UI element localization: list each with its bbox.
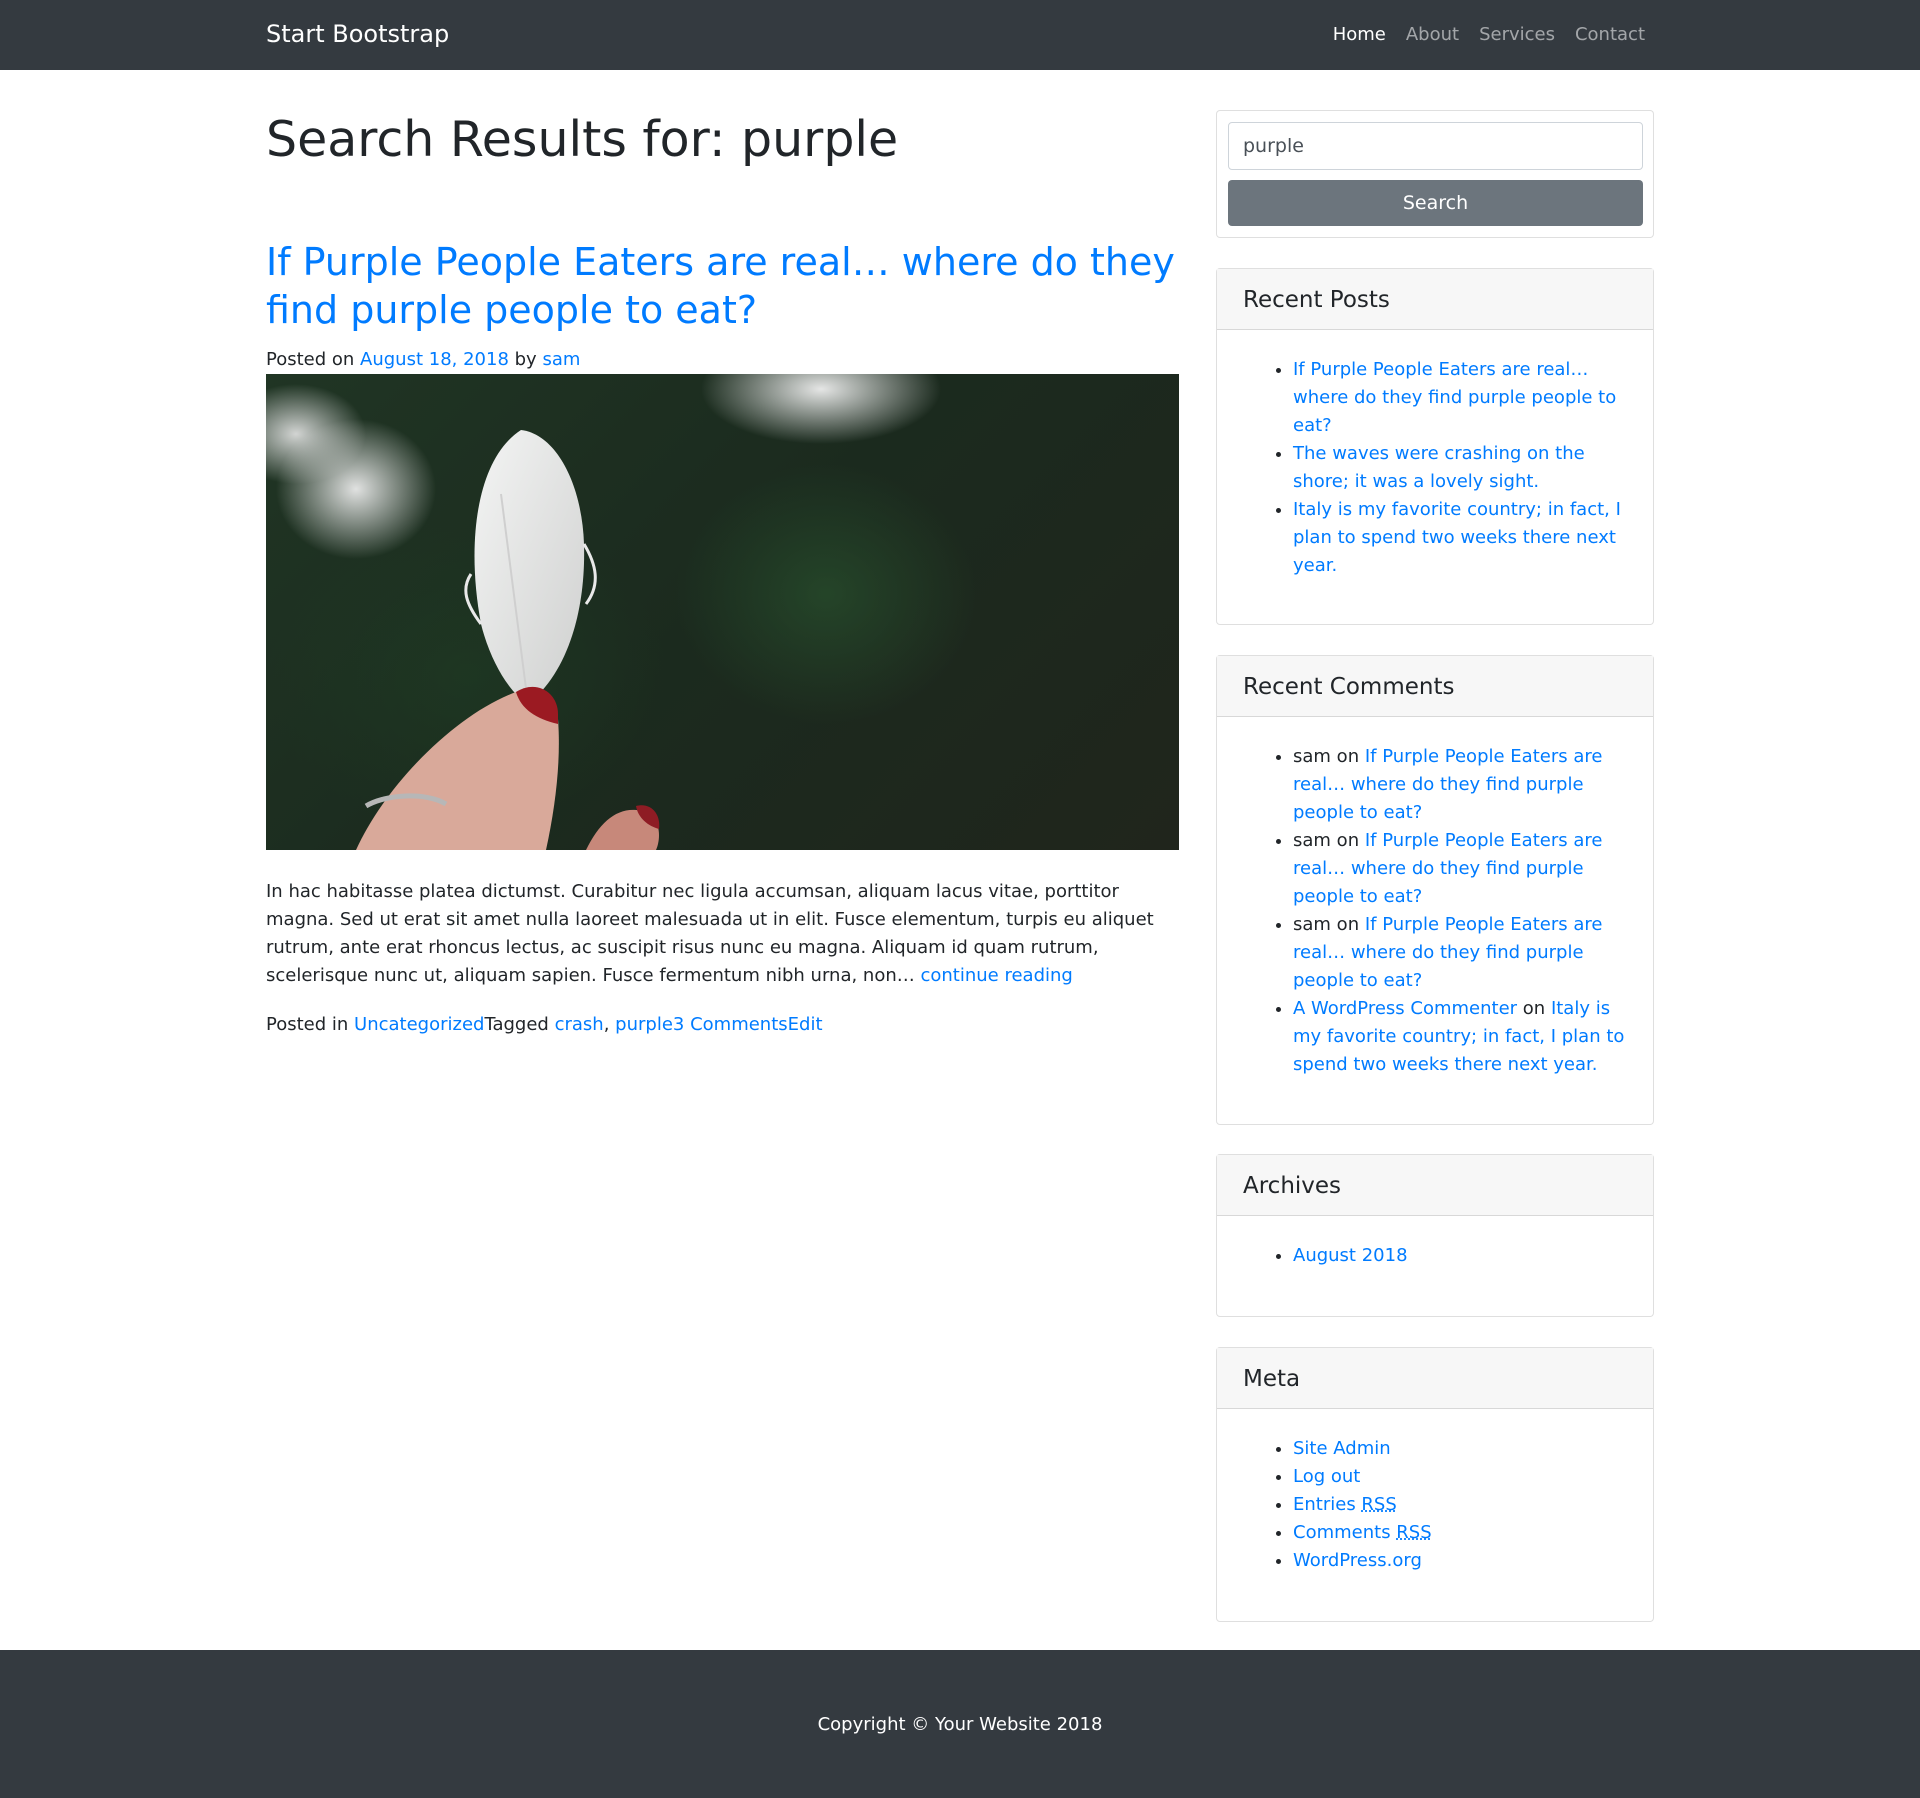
- post-featured-image[interactable]: [266, 374, 1179, 850]
- search-button[interactable]: Search: [1228, 180, 1643, 226]
- category-link[interactable]: Uncategorized: [354, 1014, 484, 1035]
- post-meta: Posted on August 18, 2018 by sam: [266, 347, 580, 373]
- on-label: on: [1330, 830, 1365, 851]
- edit-link[interactable]: Edit: [788, 1014, 823, 1035]
- list-item: Entries RSS: [1293, 1491, 1633, 1519]
- nav-links: Home About Services Contact: [1333, 22, 1645, 48]
- post-excerpt: In hac habitasse platea dictumst. Curabi…: [266, 878, 1181, 990]
- navbar: Start Bootstrap Home About Services Cont…: [0, 0, 1920, 70]
- list-item: sam on If Purple People Eaters are real……: [1293, 911, 1633, 995]
- archives-list: August 2018: [1217, 1216, 1653, 1270]
- post-footer: Posted in UncategorizedTagged crash, pur…: [266, 1012, 823, 1038]
- search-input[interactable]: [1228, 122, 1643, 170]
- brand-link[interactable]: Start Bootstrap: [266, 18, 449, 50]
- rss-abbr: RSS: [1361, 1494, 1397, 1515]
- list-item: August 2018: [1293, 1242, 1633, 1270]
- search-widget: Search: [1216, 110, 1654, 238]
- rss-abbr: RSS: [1396, 1522, 1432, 1543]
- list-item: The waves were crashing on the shore; it…: [1293, 440, 1633, 496]
- comment-author: sam: [1293, 914, 1331, 935]
- list-item: Site Admin: [1293, 1435, 1633, 1463]
- post-title-link[interactable]: If Purple People Eaters are real… where …: [266, 238, 1186, 334]
- comments-label: Comments: [1293, 1522, 1397, 1543]
- continue-reading-link[interactable]: continue reading: [920, 965, 1072, 986]
- entries-label: Entries: [1293, 1494, 1362, 1515]
- nav-services[interactable]: Services: [1479, 22, 1555, 48]
- on-label: on: [1330, 746, 1365, 767]
- tag-separator: ,: [603, 1014, 616, 1035]
- tag-crash-link[interactable]: crash: [555, 1014, 604, 1035]
- list-item: sam on If Purple People Eaters are real……: [1293, 743, 1633, 827]
- on-label: on: [1330, 914, 1365, 935]
- meta-list: Site Admin Log out Entries RSS Comments …: [1217, 1409, 1653, 1575]
- comment-author: sam: [1293, 746, 1331, 767]
- on-label: on: [1517, 998, 1551, 1019]
- posted-in-label: Posted in: [266, 1014, 355, 1035]
- recent-comments-widget: Recent Comments sam on If Purple People …: [1216, 655, 1654, 1125]
- list-item: sam on If Purple People Eaters are real……: [1293, 827, 1633, 911]
- recent-comments-title: Recent Comments: [1217, 656, 1653, 717]
- posted-on-label: Posted on: [266, 349, 361, 370]
- recent-post-link[interactable]: If Purple People Eaters are real… where …: [1293, 359, 1616, 436]
- list-item: If Purple People Eaters are real… where …: [1293, 356, 1633, 440]
- recent-posts-list: If Purple People Eaters are real… where …: [1217, 330, 1653, 580]
- recent-posts-widget: Recent Posts If Purple People Eaters are…: [1216, 268, 1654, 625]
- archives-title: Archives: [1217, 1155, 1653, 1216]
- nav-contact[interactable]: Contact: [1575, 22, 1645, 48]
- meta-title: Meta: [1217, 1348, 1653, 1409]
- post-date-link[interactable]: August 18, 2018: [360, 349, 509, 370]
- tag-purple-link[interactable]: purple: [615, 1014, 673, 1035]
- site-admin-link[interactable]: Site Admin: [1293, 1438, 1391, 1459]
- recent-comments-list: sam on If Purple People Eaters are real……: [1217, 717, 1653, 1079]
- recent-post-link[interactable]: Italy is my favorite country; in fact, I…: [1293, 499, 1621, 576]
- recent-post-link[interactable]: The waves were crashing on the shore; it…: [1293, 443, 1585, 492]
- comment-author: sam: [1293, 830, 1331, 851]
- list-item: WordPress.org: [1293, 1547, 1633, 1575]
- list-item: Comments RSS: [1293, 1519, 1633, 1547]
- archives-widget: Archives August 2018: [1216, 1154, 1654, 1317]
- by-label: by: [508, 349, 543, 370]
- list-item: Italy is my favorite country; in fact, I…: [1293, 496, 1633, 580]
- site-footer: Copyright © Your Website 2018: [0, 1650, 1920, 1798]
- list-item: Log out: [1293, 1463, 1633, 1491]
- comments-rss-link[interactable]: Comments RSS: [1293, 1522, 1432, 1543]
- list-item: A WordPress Commenter on Italy is my fav…: [1293, 995, 1633, 1079]
- copyright-text: Copyright © Your Website 2018: [817, 1714, 1103, 1735]
- tagged-label: Tagged: [484, 1014, 555, 1035]
- comments-link[interactable]: 3 Comments: [673, 1014, 788, 1035]
- archive-link[interactable]: August 2018: [1293, 1245, 1408, 1266]
- log-out-link[interactable]: Log out: [1293, 1466, 1360, 1487]
- comment-author-link[interactable]: A WordPress Commenter: [1293, 998, 1517, 1019]
- meta-widget: Meta Site Admin Log out Entries RSS Comm…: [1216, 1347, 1654, 1622]
- entries-rss-link[interactable]: Entries RSS: [1293, 1494, 1397, 1515]
- nav-home[interactable]: Home: [1333, 22, 1386, 48]
- nav-about[interactable]: About: [1406, 22, 1459, 48]
- page-title: Search Results for: purple: [266, 111, 899, 168]
- feather-hand-illustration: [356, 430, 660, 850]
- post-author-link[interactable]: sam: [542, 349, 580, 370]
- recent-posts-title: Recent Posts: [1217, 269, 1653, 330]
- wordpress-org-link[interactable]: WordPress.org: [1293, 1550, 1422, 1571]
